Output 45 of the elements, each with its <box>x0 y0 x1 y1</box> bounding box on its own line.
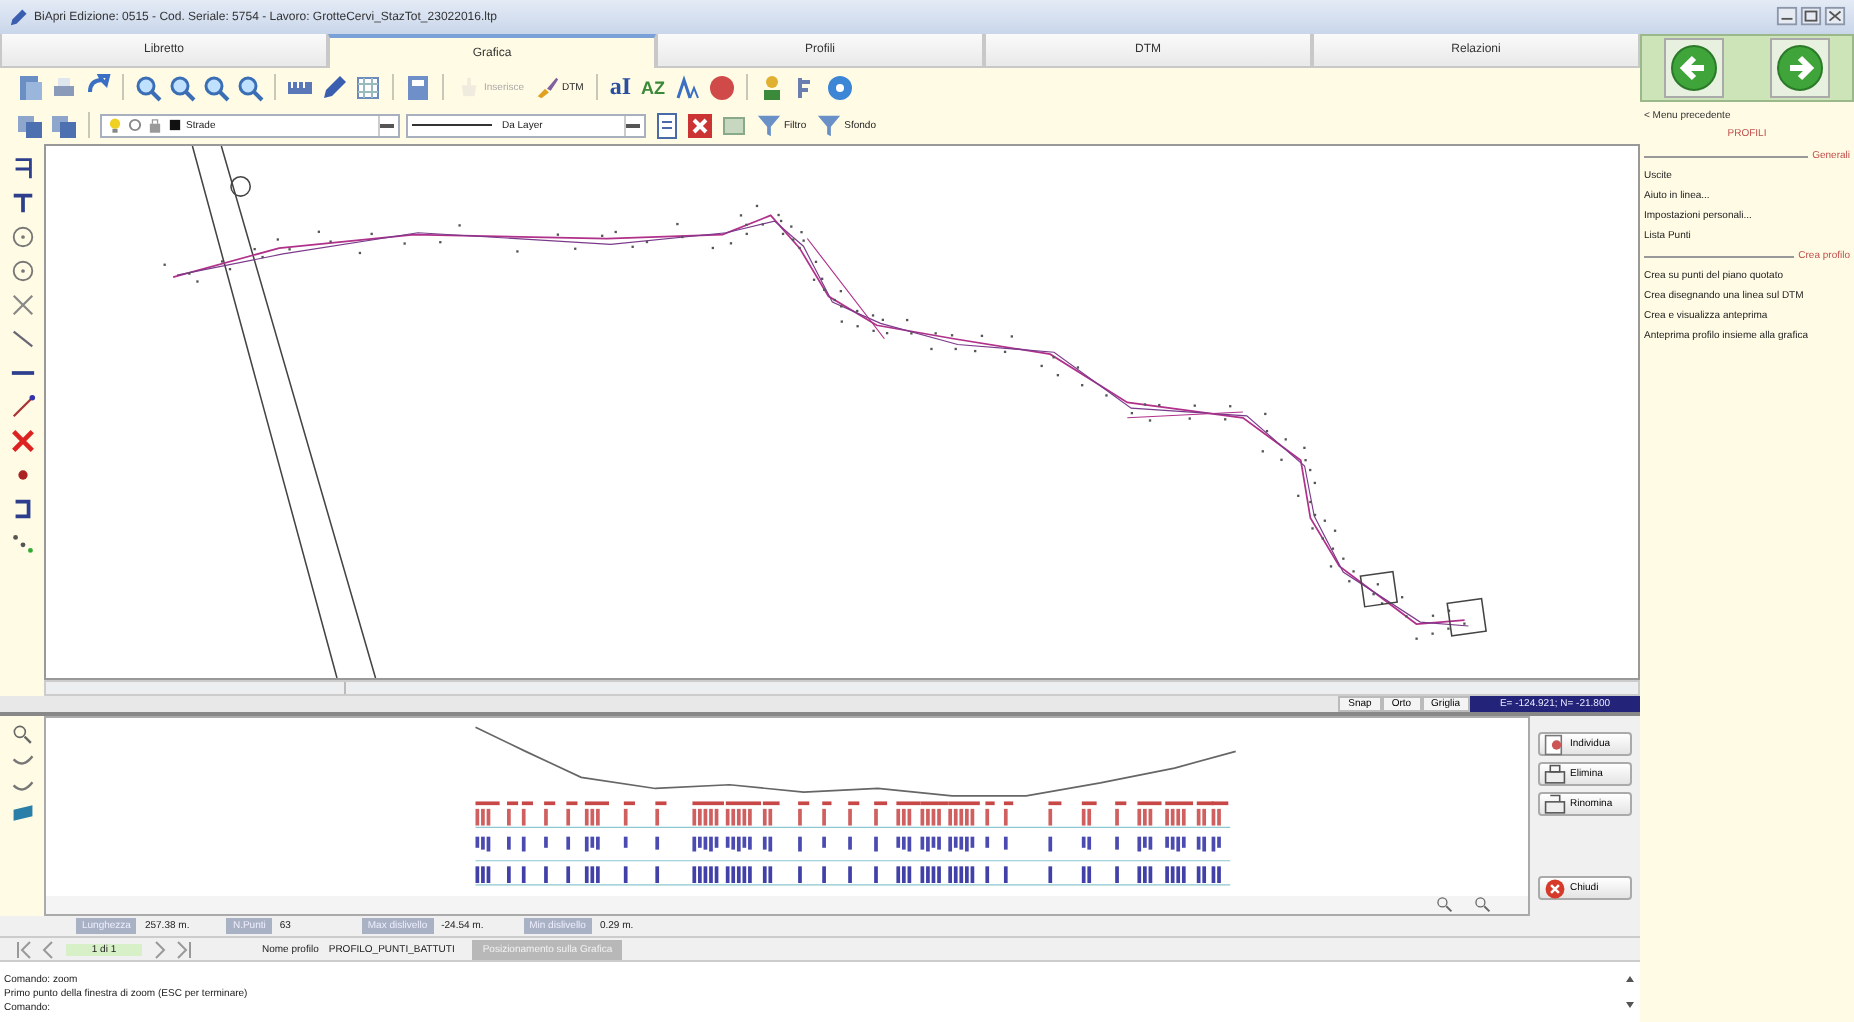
layers-icon[interactable] <box>50 111 78 139</box>
document-icon[interactable] <box>652 111 680 139</box>
circle-icon[interactable] <box>9 258 35 284</box>
circle-icon[interactable] <box>9 224 35 250</box>
zoom-icon[interactable] <box>11 724 33 746</box>
calculator-icon[interactable] <box>404 73 432 101</box>
funnel-icon[interactable] <box>756 112 782 138</box>
grid-icon[interactable] <box>354 73 382 101</box>
pencil-icon <box>8 7 28 27</box>
scroll-arrows-icon[interactable] <box>1624 972 1636 1012</box>
brush-icon[interactable] <box>534 74 561 100</box>
zoom-icon[interactable] <box>202 73 230 101</box>
pencil-icon[interactable] <box>320 73 348 101</box>
zoom-icon[interactable] <box>236 73 264 101</box>
table-icon[interactable] <box>720 111 748 139</box>
cross-icon[interactable] <box>9 292 35 318</box>
close-icon[interactable] <box>1544 877 1566 899</box>
tray-icon[interactable] <box>1544 793 1566 815</box>
last-page-icon[interactable] <box>176 939 192 959</box>
next-icon[interactable] <box>152 939 168 959</box>
toolbar-button[interactable]: aI <box>607 72 634 102</box>
funnel-icon[interactable] <box>816 112 843 138</box>
printer-icon[interactable] <box>50 73 78 101</box>
layers-icon[interactable] <box>16 111 44 139</box>
ribbon-icon[interactable] <box>11 802 33 824</box>
first-page-icon[interactable] <box>16 939 32 959</box>
zoom-icon[interactable] <box>1474 896 1492 914</box>
diagonal-line-icon[interactable] <box>9 326 35 352</box>
zoom-icon[interactable] <box>1436 896 1454 914</box>
minimize-icon[interactable] <box>1776 6 1798 28</box>
bulb-icon[interactable] <box>106 116 124 134</box>
delete-icon[interactable] <box>686 111 714 139</box>
zoom-icon[interactable] <box>168 73 196 101</box>
square-icon[interactable] <box>166 116 184 134</box>
t-bar-icon[interactable] <box>9 190 35 216</box>
close-icon[interactable] <box>1824 6 1846 28</box>
previous-icon[interactable] <box>40 939 56 959</box>
points-icon[interactable] <box>9 530 35 556</box>
segment-icon[interactable] <box>9 394 35 420</box>
tray-icon[interactable] <box>1544 763 1566 785</box>
restore-icon[interactable] <box>1800 6 1822 28</box>
close-icon[interactable] <box>9 428 35 454</box>
zoom-icon[interactable] <box>134 73 162 101</box>
toolbar-button[interactable]: AZ <box>639 72 668 102</box>
page-icon[interactable] <box>16 73 44 101</box>
